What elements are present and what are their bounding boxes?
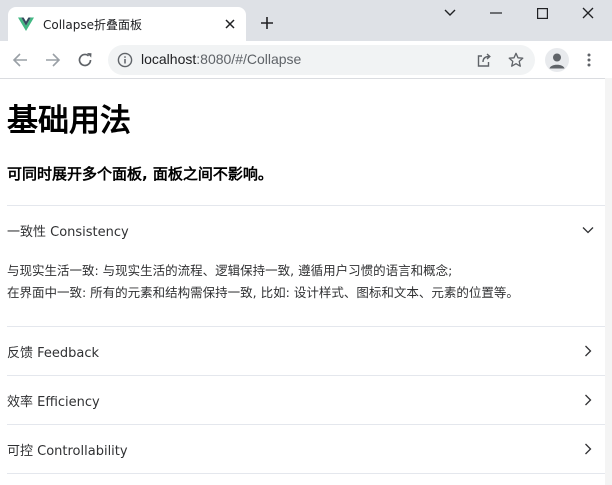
collapse-item-feedback: 反馈 Feedback [7, 327, 605, 376]
minimize-icon [490, 12, 502, 14]
collapse-title: 反馈 Feedback [7, 345, 100, 361]
profile-icon [549, 53, 565, 69]
vue-logo-icon [18, 17, 34, 31]
reload-icon [78, 53, 92, 67]
chevron-right-icon [585, 394, 592, 406]
forward-button[interactable] [42, 49, 64, 71]
scrollbar-track[interactable] [605, 78, 612, 485]
window-close-icon [582, 7, 594, 19]
collapse-header-consistency[interactable]: 一致性 Consistency [7, 206, 605, 254]
new-tab-button[interactable] [257, 13, 277, 33]
tab-strip: Collapse折叠面板 [0, 0, 612, 41]
collapse-title: 一致性 Consistency [7, 224, 129, 240]
share-icon [477, 53, 491, 67]
chevron-right-icon [585, 345, 592, 357]
collapse-title: 可控 Controllability [7, 443, 128, 459]
browser-toolbar: localhost:8080/#/Collapse [0, 41, 612, 79]
maximize-button[interactable] [530, 4, 554, 22]
address-bar[interactable]: localhost:8080/#/Collapse [108, 45, 535, 75]
content-line: 在界面中一致: 所有的元素和结构需保持一致, 比如: 设计样式、图标和文本、元素… [7, 285, 519, 300]
plus-icon [261, 17, 273, 29]
content-line: 与现实生活一致: 与现实生活的流程、逻辑保持一致, 遵循用户习惯的语言和概念; [7, 263, 453, 278]
chevron-right-icon [585, 443, 592, 455]
collapse-item-controllability: 可控 Controllability [7, 425, 605, 474]
star-icon [508, 52, 524, 67]
collapse-header-feedback[interactable]: 反馈 Feedback [7, 327, 605, 375]
reload-button[interactable] [74, 49, 96, 71]
kebab-menu-icon [587, 53, 591, 67]
browser-tab[interactable]: Collapse折叠面板 [8, 7, 246, 41]
page-title: 基础用法 [7, 103, 131, 139]
tab-title: Collapse折叠面板 [43, 18, 142, 32]
share-button[interactable] [475, 51, 493, 69]
collapse-header-efficiency[interactable]: 效率 Efficiency [7, 376, 605, 424]
back-arrow-icon [12, 53, 27, 67]
back-button[interactable] [9, 49, 31, 71]
minimize-button[interactable] [484, 4, 508, 22]
window-close-button[interactable] [576, 4, 600, 22]
maximize-icon [536, 7, 548, 19]
url-path: :8080/#/Collapse [196, 51, 302, 67]
page-subtitle: 可同时展开多个面板, 面板之间不影响。 [7, 165, 273, 183]
collapse-header-controllability[interactable]: 可控 Controllability [7, 425, 605, 473]
close-icon [225, 19, 235, 29]
collapse-panel: 一致性 Consistency 与现实生活一致: 与现实生活的流程、逻辑保持一致… [7, 205, 605, 474]
info-icon[interactable] [117, 52, 133, 68]
profile-button[interactable] [545, 48, 569, 72]
bookmark-button[interactable] [507, 51, 525, 69]
collapse-item-efficiency: 效率 Efficiency [7, 376, 605, 425]
collapse-content-consistency: 与现实生活一致: 与现实生活的流程、逻辑保持一致, 遵循用户习惯的语言和概念; … [7, 254, 605, 326]
url-host: localhost [141, 51, 197, 67]
browser-menu-button[interactable] [580, 50, 598, 70]
collapse-item-consistency: 一致性 Consistency 与现实生活一致: 与现实生活的流程、逻辑保持一致… [7, 206, 605, 327]
tab-search-button[interactable] [438, 4, 462, 22]
tab-close-button[interactable] [222, 16, 238, 32]
url-text[interactable]: localhost:8080/#/Collapse [141, 51, 301, 67]
chevron-down-icon [582, 227, 594, 234]
collapse-title: 效率 Efficiency [7, 394, 100, 410]
chevron-down-icon [444, 9, 456, 16]
forward-arrow-icon [46, 53, 61, 67]
